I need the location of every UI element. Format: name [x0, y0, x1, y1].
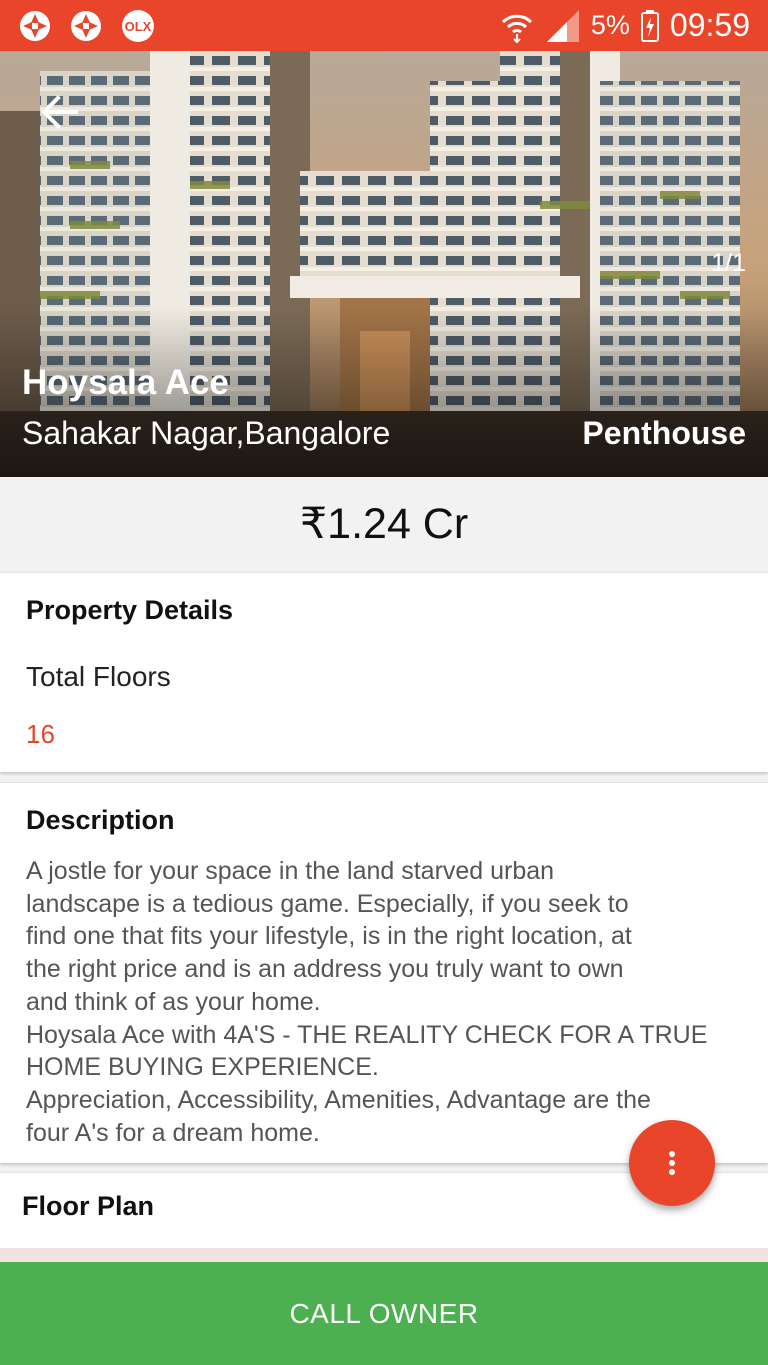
description-heading: Description — [26, 805, 175, 835]
total-floors-label: Total Floors — [26, 661, 171, 692]
description-line: A jostle for your space in the land star… — [26, 857, 555, 885]
description-line: the right price and is an address you tr… — [26, 955, 624, 984]
olx-icon-text: OLX — [125, 19, 152, 34]
more-options-button[interactable] — [629, 1120, 715, 1206]
description-card: Description A jostle for your space in t… — [0, 782, 768, 1163]
battery-percent: 5% — [590, 10, 630, 40]
property-title: Hoysala Ace — [22, 363, 229, 402]
back-arrow-icon[interactable] — [36, 89, 82, 135]
wifi-icon — [501, 14, 532, 43]
description-line: Appreciation, Accessibility, Amenities, … — [26, 1085, 651, 1114]
price: ₹1.24 Cr — [299, 500, 469, 548]
olx-icon: OLX — [122, 10, 154, 42]
description-line: landscape is a tedious game. Especially,… — [26, 889, 629, 918]
property-location: Sahakar Nagar,Bangalore — [22, 415, 391, 451]
property-photo[interactable]: 1/1 Hoysala Ace Sahakar Nagar,Bangalore … — [0, 51, 768, 477]
description-line: HOME BUYING EXPERIENCE. — [26, 1053, 379, 1082]
property-details-heading: Property Details — [26, 595, 234, 625]
aperture-icon — [20, 11, 50, 41]
total-floors-value: 16 — [26, 719, 55, 749]
aperture-icon — [71, 11, 101, 41]
more-vertical-icon — [669, 1151, 675, 1175]
image-counter: 1/1 — [711, 249, 746, 277]
description-line: find one that fits your lifestyle, is in… — [26, 922, 632, 951]
description-line: and think of as your home. — [26, 987, 321, 1016]
call-owner-button[interactable]: CALL OWNER — [0, 1262, 768, 1365]
battery-charging-icon — [640, 9, 659, 42]
clock: 09:59 — [669, 7, 750, 43]
status-bar: OLX 5% 09:59 — [0, 0, 768, 51]
property-details-card: Property Details Total Floors 16 — [0, 572, 768, 772]
price-bar: ₹1.24 Cr — [0, 477, 768, 571]
description-text: A jostle for your space in the land star… — [26, 855, 746, 1149]
signal-icon — [546, 9, 579, 42]
description-line: Hoysala Ace with 4A'S - THE REALITY CHEC… — [26, 1020, 708, 1049]
call-owner-label: CALL OWNER — [289, 1297, 479, 1329]
property-type: Penthouse — [582, 415, 746, 451]
floor-plan-strip — [0, 1248, 768, 1262]
floor-plan-heading: Floor Plan — [22, 1191, 155, 1221]
